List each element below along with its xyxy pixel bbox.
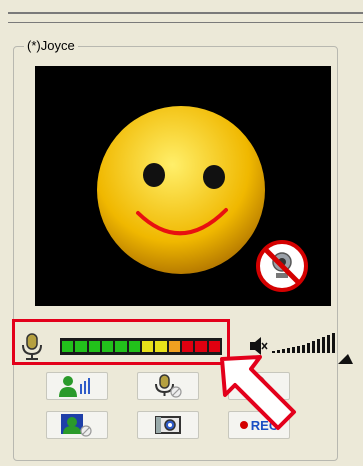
- talk-button[interactable]: [46, 372, 108, 400]
- camera-off-icon: [256, 240, 308, 292]
- participant-name: (*)Joyce: [24, 38, 78, 54]
- level-segment: [128, 341, 140, 352]
- smiley-avatar-icon: [97, 106, 265, 274]
- user-video-icon: [61, 414, 92, 437]
- volume-thumb: [338, 354, 353, 364]
- microphone-icon[interactable]: [20, 333, 44, 361]
- audio-level-meter: [60, 338, 222, 355]
- level-segment: [101, 341, 114, 352]
- level-segment: [115, 341, 127, 352]
- level-segment: [62, 341, 74, 352]
- snapshot-button[interactable]: [137, 411, 199, 439]
- level-segment: [155, 341, 167, 352]
- level-segment: [75, 341, 87, 352]
- microphone-mute-icon: [155, 374, 182, 398]
- speaker-mute-icon[interactable]: [248, 336, 268, 356]
- level-segment: [181, 341, 194, 352]
- window-title-lines: [8, 12, 363, 23]
- level-segment: [208, 341, 220, 352]
- mic-button[interactable]: [137, 372, 199, 400]
- level-segment: [88, 341, 100, 352]
- annotation-arrow-icon: [220, 355, 296, 430]
- level-segment: [195, 341, 207, 352]
- level-segment: [141, 341, 154, 352]
- camera-icon: [155, 416, 181, 434]
- level-segment: [168, 341, 180, 352]
- user-speaking-icon: [59, 376, 90, 397]
- video-button[interactable]: [46, 411, 108, 439]
